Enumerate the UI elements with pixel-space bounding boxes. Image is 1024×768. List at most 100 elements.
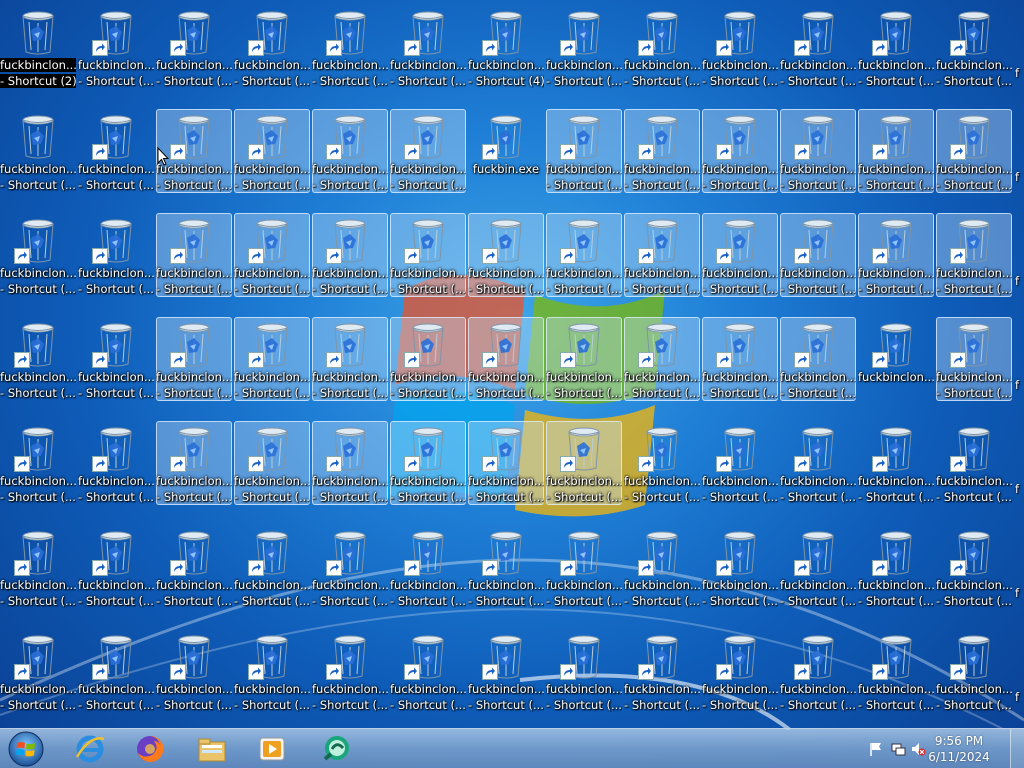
- desktop-shortcut-icon[interactable]: fuckbinclon... - Shortcut (...: [780, 213, 856, 297]
- desktop-shortcut-icon[interactable]: fuckbinclon... - Shortcut (...: [624, 109, 700, 193]
- desktop-shortcut-icon[interactable]: fuckbinclon... - Shortcut (...: [390, 525, 466, 609]
- desktop-shortcut-icon[interactable]: fuckbinclon... - Shortcut (...: [78, 525, 154, 609]
- app-icon[interactable]: [312, 731, 360, 767]
- desktop-shortcut-icon[interactable]: fuckbinclon... - Shortcut (...: [936, 213, 1012, 297]
- desktop-shortcut-icon[interactable]: fuckbinclon...: [858, 317, 934, 401]
- desktop-shortcut-icon[interactable]: fuckbinclon... - Shortcut (...: [468, 525, 544, 609]
- desktop-shortcut-icon[interactable]: fuckbinclon... - Shortcut (...: [702, 5, 778, 89]
- desktop-shortcut-icon[interactable]: fuckbinclon... - Shortcut (...: [546, 317, 622, 401]
- desktop-shortcut-icon[interactable]: fuckbinclon... - Shortcut (...: [234, 421, 310, 505]
- desktop-shortcut-icon[interactable]: fuckbinclon... - Shortcut (...: [624, 421, 700, 505]
- desktop-shortcut-icon[interactable]: fuckbinclon... - Shortcut (...: [858, 525, 934, 609]
- desktop-shortcut-icon[interactable]: fuckbinclon... - Shortcut (...: [390, 213, 466, 297]
- desktop-shortcut-icon[interactable]: fuckbinclon... - Shortcut (...: [936, 525, 1012, 609]
- media-player-icon[interactable]: [248, 731, 296, 767]
- desktop-shortcut-icon[interactable]: fuckbinclon... - Shortcut (...: [78, 317, 154, 401]
- desktop-shortcut-icon[interactable]: fuckbinclon... - Shortcut (...: [156, 213, 232, 297]
- desktop-shortcut-icon[interactable]: fuckbin.exe: [468, 109, 544, 193]
- desktop-shortcut-icon[interactable]: fuckbinclon... - Shortcut (...: [624, 213, 700, 297]
- desktop-shortcut-icon[interactable]: fuckbinclon... - Shortcut (...: [702, 109, 778, 193]
- file-explorer-icon[interactable]: [188, 731, 236, 767]
- desktop-shortcut-icon[interactable]: fuckbinclon... - Shortcut (...: [312, 629, 388, 713]
- desktop-shortcut-icon[interactable]: fuckbinclon... - Shortcut (4): [468, 5, 544, 89]
- desktop-shortcut-icon[interactable]: fuckbinclon... - Shortcut (...: [702, 525, 778, 609]
- desktop-shortcut-icon[interactable]: fuckbinclon... - Shortcut (...: [234, 213, 310, 297]
- desktop-shortcut-icon[interactable]: fuckbinclon... - Shortcut (...: [468, 421, 544, 505]
- desktop-shortcut-icon[interactable]: fuckbinclon... - Shortcut (...: [702, 213, 778, 297]
- desktop-shortcut-icon[interactable]: fuckbinclon... - Shortcut (...: [936, 5, 1012, 89]
- desktop-shortcut-icon[interactable]: fuckbinclon... - Shortcut (...: [780, 629, 856, 713]
- desktop-shortcut-icon[interactable]: fuckbinclon... - Shortcut (...: [936, 317, 1012, 401]
- desktop-shortcut-icon[interactable]: fuckbinclon... - Shortcut (...: [390, 5, 466, 89]
- desktop-shortcut-icon[interactable]: fuckbinclon... - Shortcut (...: [234, 525, 310, 609]
- desktop-shortcut-icon[interactable]: fuckbinclon... - Shortcut (...: [390, 629, 466, 713]
- desktop-shortcut-icon[interactable]: fuckbinclon... - Shortcut (...: [858, 109, 934, 193]
- desktop-shortcut-icon[interactable]: fuckbinclon... - Shortcut (...: [546, 421, 622, 505]
- desktop-shortcut-icon[interactable]: fuckbinclon... - Shortcut (...: [0, 525, 76, 609]
- desktop-shortcut-icon[interactable]: fuckbinclon... - Shortcut (...: [312, 5, 388, 89]
- desktop-shortcut-icon[interactable]: fuckbinclon... - Shortcut (...: [546, 5, 622, 89]
- desktop-shortcut-icon[interactable]: fuckbinclon... - Shortcut (...: [156, 5, 232, 89]
- desktop-shortcut-icon[interactable]: fuckbinclon... - Shortcut (...: [546, 213, 622, 297]
- desktop-shortcut-icon[interactable]: fuckbinclon... - Shortcut (...: [234, 629, 310, 713]
- desktop-shortcut-icon[interactable]: fuckbinclon... - Shortcut (...: [858, 421, 934, 505]
- desktop-shortcut-icon[interactable]: fuckbinclon... - Shortcut (...: [390, 421, 466, 505]
- taskbar-clock[interactable]: 9:56 PM 6/11/2024: [921, 733, 997, 765]
- desktop-shortcut-icon[interactable]: fuckbinclon... - Shortcut (...: [624, 5, 700, 89]
- desktop-shortcut-icon[interactable]: fuckbinclon... - Shortcut (...: [234, 109, 310, 193]
- desktop-shortcut-icon[interactable]: fuckbinclon... - Shortcut (...: [546, 109, 622, 193]
- desktop-shortcut-icon[interactable]: fuckbinclon... - Shortcut (...: [780, 109, 856, 193]
- desktop[interactable]: fuckbinclon... - Shortcut (2) fuckbinclon.…: [0, 0, 1024, 728]
- network-icon[interactable]: [890, 741, 906, 757]
- desktop-shortcut-icon[interactable]: fuckbinclon... - Shortcut (...: [312, 213, 388, 297]
- desktop-shortcut-icon[interactable]: fuckbinclon... - Shortcut (...: [468, 213, 544, 297]
- desktop-shortcut-icon[interactable]: fuckbinclon... - Shortcut (...: [312, 525, 388, 609]
- desktop-shortcut-icon[interactable]: fuckbinclon... - Shortcut (...: [858, 213, 934, 297]
- desktop-shortcut-icon[interactable]: fuckbinclon... - Shortcut (...: [624, 629, 700, 713]
- desktop-shortcut-icon[interactable]: fuckbinclon... - Shortcut (...: [78, 421, 154, 505]
- desktop-shortcut-icon[interactable]: fuckbinclon... - Shortcut (...: [702, 421, 778, 505]
- desktop-shortcut-icon[interactable]: fuckbinclon... - Shortcut (...: [624, 525, 700, 609]
- desktop-shortcut-icon[interactable]: fuckbinclon... - Shortcut (...: [0, 421, 76, 505]
- desktop-shortcut-icon[interactable]: fuckbinclon... - Shortcut (...: [312, 109, 388, 193]
- desktop-shortcut-icon[interactable]: fuckbinclon... - Shortcut (...: [390, 109, 466, 193]
- desktop-shortcut-icon[interactable]: fuckbinclon... - Shortcut (...: [702, 629, 778, 713]
- desktop-shortcut-icon[interactable]: fuckbinclon... - Shortcut (...: [0, 629, 76, 713]
- desktop-shortcut-icon[interactable]: fuckbinclon... - Shortcut (...: [936, 629, 1012, 713]
- desktop-shortcut-icon[interactable]: fuckbinclon... - Shortcut (...: [156, 629, 232, 713]
- desktop-shortcut-icon[interactable]: fuckbinclon... - Shortcut (...: [780, 5, 856, 89]
- desktop-shortcut-icon[interactable]: fuckbinclon... - Shortcut (...: [312, 421, 388, 505]
- desktop-shortcut-icon[interactable]: fuckbinclon... - Shortcut (...: [624, 317, 700, 401]
- firefox-icon[interactable]: [126, 731, 174, 767]
- desktop-shortcut-icon[interactable]: fuckbinclon... - Shortcut (...: [780, 421, 856, 505]
- desktop-shortcut-icon[interactable]: fuckbinclon... - Shortcut (...: [0, 109, 76, 193]
- desktop-shortcut-icon[interactable]: fuckbinclon... - Shortcut (...: [234, 317, 310, 401]
- desktop-shortcut-icon[interactable]: fuckbinclon... - Shortcut (...: [78, 629, 154, 713]
- desktop-shortcut-icon[interactable]: fuckbinclon... - Shortcut (...: [156, 317, 232, 401]
- desktop-shortcut-icon[interactable]: fuckbinclon... - Shortcut (...: [858, 629, 934, 713]
- show-desktop-button[interactable]: [1010, 729, 1024, 768]
- desktop-shortcut-icon[interactable]: fuckbinclon... - Shortcut (...: [0, 317, 76, 401]
- desktop-shortcut-icon[interactable]: fuckbinclon... - Shortcut (...: [156, 525, 232, 609]
- desktop-shortcut-icon[interactable]: fuckbinclon... - Shortcut (...: [936, 109, 1012, 193]
- desktop-shortcut-icon[interactable]: fuckbinclon... - Shortcut (...: [468, 317, 544, 401]
- desktop-shortcut-icon[interactable]: fuckbinclon... - Shortcut (...: [702, 317, 778, 401]
- desktop-shortcut-icon[interactable]: fuckbinclon... - Shortcut (...: [156, 421, 232, 505]
- internet-explorer-icon[interactable]: [66, 731, 114, 767]
- desktop-shortcut-icon[interactable]: fuckbinclon... - Shortcut (...: [468, 629, 544, 713]
- desktop-shortcut-icon[interactable]: fuckbinclon... - Shortcut (...: [78, 213, 154, 297]
- desktop-shortcut-icon[interactable]: fuckbinclon... - Shortcut (...: [858, 5, 934, 89]
- desktop-shortcut-icon[interactable]: fuckbinclon... - Shortcut (...: [234, 5, 310, 89]
- desktop-shortcut-icon[interactable]: fuckbinclon... - Shortcut (...: [78, 109, 154, 193]
- desktop-shortcut-icon[interactable]: fuckbinclon... - Shortcut (2): [0, 5, 76, 89]
- desktop-shortcut-icon[interactable]: fuckbinclon... - Shortcut (...: [780, 317, 856, 401]
- desktop-shortcut-icon[interactable]: fuckbinclon... - Shortcut (...: [546, 629, 622, 713]
- flag-icon[interactable]: [868, 741, 884, 757]
- desktop-shortcut-icon[interactable]: fuckbinclon... - Shortcut (...: [312, 317, 388, 401]
- desktop-shortcut-icon[interactable]: fuckbinclon... - Shortcut (...: [390, 317, 466, 401]
- start-button[interactable]: [6, 730, 46, 768]
- desktop-shortcut-icon[interactable]: fuckbinclon... - Shortcut (...: [780, 525, 856, 609]
- desktop-shortcut-icon[interactable]: fuckbinclon... - Shortcut (...: [936, 421, 1012, 505]
- desktop-shortcut-icon[interactable]: fuckbinclon... - Shortcut (...: [78, 5, 154, 89]
- desktop-shortcut-icon[interactable]: fuckbinclon... - Shortcut (...: [546, 525, 622, 609]
